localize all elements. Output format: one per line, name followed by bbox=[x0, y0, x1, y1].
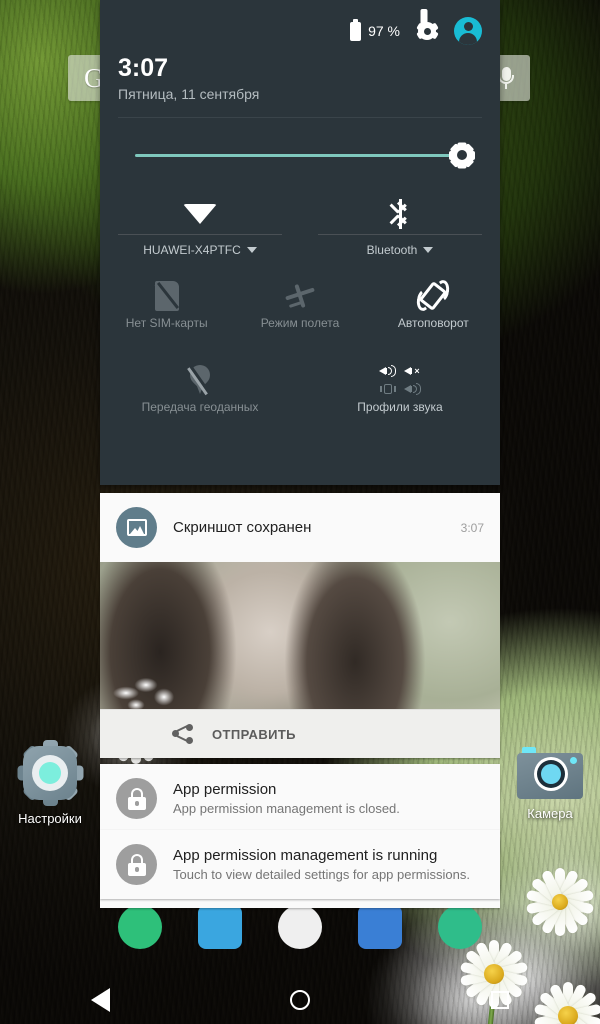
tile-auto-rotate[interactable]: Автоповорот bbox=[367, 270, 500, 344]
notification-header: App permission management is running Tou… bbox=[100, 830, 500, 899]
quick-settings-tiles: HUAWEI-X4PTFC Bluetooth Нет SIM-карты Ре… bbox=[100, 188, 500, 428]
tile-sound-label: Профили звука bbox=[357, 400, 443, 414]
dock-app-item[interactable] bbox=[261, 905, 339, 949]
home-button[interactable] bbox=[270, 975, 330, 1024]
camera-icon bbox=[517, 747, 583, 799]
notification-avatar bbox=[116, 778, 157, 819]
notification-avatar bbox=[116, 507, 157, 548]
auto-rotate-icon bbox=[367, 276, 500, 316]
notification-shade: Скриншот сохранен 3:07 ОТПРАВИТЬ App per… bbox=[100, 493, 500, 908]
settings-shortcut-icon[interactable] bbox=[415, 9, 439, 42]
battery-status[interactable]: 97 % bbox=[350, 18, 400, 41]
location-off-icon bbox=[100, 360, 300, 400]
notification-subtitle: Touch to view detailed settings for app … bbox=[173, 866, 470, 882]
notification-avatar bbox=[116, 844, 157, 885]
notification-title: Скриншот сохранен bbox=[173, 519, 312, 536]
tile-row-3: Передача геоданных × Профили звука bbox=[100, 354, 500, 428]
status-row: 97 % bbox=[118, 9, 482, 46]
tile-airplane-mode[interactable]: Режим полета bbox=[233, 270, 366, 344]
tile-location[interactable]: Передача геоданных bbox=[100, 354, 300, 428]
microphone-icon[interactable] bbox=[498, 65, 514, 91]
battery-percent-label: 97 % bbox=[368, 23, 400, 39]
chevron-down-icon[interactable] bbox=[246, 247, 257, 253]
recents-button[interactable] bbox=[470, 975, 530, 1024]
dock-app-item[interactable] bbox=[181, 905, 259, 949]
notification-image-preview[interactable] bbox=[100, 562, 500, 709]
home-dock-row bbox=[100, 905, 500, 977]
notification-app-permission-running[interactable]: App permission management is running Tou… bbox=[100, 830, 500, 899]
share-action-label: ОТПРАВИТЬ bbox=[212, 726, 296, 742]
desktop-icon-camera[interactable]: Камера bbox=[500, 740, 600, 821]
notification-header: App permission App permission management… bbox=[100, 764, 500, 833]
tile-wifi-label: HUAWEI-X4PTFC bbox=[100, 243, 300, 257]
dock-app-item[interactable] bbox=[341, 905, 419, 949]
tile-sound-profiles[interactable]: × Профили звука bbox=[300, 354, 500, 428]
tile-underline bbox=[318, 234, 482, 235]
notification-action-share[interactable]: ОТПРАВИТЬ bbox=[100, 709, 500, 758]
tile-sim-card[interactable]: Нет SIM-карты bbox=[100, 270, 233, 344]
tile-bluetooth[interactable]: Bluetooth bbox=[300, 188, 500, 262]
notification-subtitle: App permission management is closed. bbox=[173, 800, 400, 816]
tile-underline bbox=[118, 234, 282, 235]
home-icon bbox=[290, 989, 310, 1010]
quick-settings-header: 97 % 3:07 Пятница, 11 сентября bbox=[100, 0, 500, 118]
quick-settings-panel: 97 % 3:07 Пятница, 11 сентября HUAWEI-X4… bbox=[100, 0, 500, 485]
notification-title: App permission management is running bbox=[173, 846, 438, 864]
sim-card-off-icon bbox=[100, 276, 233, 316]
lock-icon bbox=[127, 787, 147, 810]
back-icon bbox=[90, 987, 110, 1012]
notification-screenshot[interactable]: Скриншот сохранен 3:07 ОТПРАВИТЬ bbox=[100, 493, 500, 758]
tile-location-label: Передача геоданных bbox=[141, 400, 259, 414]
notification-header: Скриншот сохранен 3:07 bbox=[100, 493, 500, 562]
desktop-icon-label: Настройки bbox=[18, 811, 82, 826]
desktop-icon-label: Камера bbox=[527, 806, 573, 821]
notification-text: Скриншот сохранен bbox=[173, 518, 453, 537]
settings-gear-icon bbox=[17, 740, 83, 806]
notification-title: App permission bbox=[173, 780, 277, 798]
share-icon bbox=[172, 724, 194, 744]
desktop-icon-settings[interactable]: Настройки bbox=[0, 740, 100, 826]
image-icon bbox=[126, 519, 147, 536]
tile-row-2: Нет SIM-карты Режим полета Автоповорот bbox=[100, 270, 500, 344]
tile-wifi[interactable]: HUAWEI-X4PTFC bbox=[100, 188, 300, 262]
tile-label-text: Bluetooth bbox=[366, 243, 418, 257]
tile-row-1: HUAWEI-X4PTFC Bluetooth bbox=[100, 188, 500, 262]
notification-time: 3:07 bbox=[460, 520, 484, 535]
notification-text: App permission management is running Tou… bbox=[173, 846, 484, 884]
navigation-bar bbox=[0, 975, 600, 1024]
battery-icon bbox=[350, 18, 362, 41]
chevron-down-icon[interactable] bbox=[423, 247, 434, 253]
sound-profiles-icon: × bbox=[300, 360, 500, 400]
clock-date[interactable]: Пятница, 11 сентября bbox=[118, 86, 482, 102]
tile-label-text: HUAWEI-X4PTFC bbox=[143, 243, 241, 257]
tile-bluetooth-label: Bluetooth bbox=[300, 243, 500, 257]
wifi-icon bbox=[100, 194, 300, 234]
user-avatar-icon[interactable] bbox=[454, 17, 482, 45]
clock-time[interactable]: 3:07 bbox=[118, 54, 482, 83]
dock-app-item[interactable] bbox=[421, 905, 499, 949]
notification-app-permission[interactable]: App permission App permission management… bbox=[100, 764, 500, 833]
brightness-slider[interactable] bbox=[135, 140, 475, 170]
back-button[interactable] bbox=[70, 975, 130, 1024]
bluetooth-icon bbox=[300, 194, 500, 234]
header-divider bbox=[118, 117, 482, 118]
dock-app-item[interactable] bbox=[101, 905, 179, 949]
tile-sim-label: Нет SIM-карты bbox=[125, 316, 208, 330]
recents-icon bbox=[491, 990, 509, 1009]
brightness-sun-icon[interactable] bbox=[449, 142, 475, 168]
brightness-track bbox=[135, 154, 457, 157]
notification-text: App permission App permission management… bbox=[173, 780, 484, 818]
tile-airplane-label: Режим полета bbox=[260, 316, 340, 330]
flower-decoration bbox=[520, 862, 600, 942]
lock-icon bbox=[127, 853, 147, 876]
airplane-icon bbox=[233, 276, 366, 316]
tile-rotate-label: Автоповорот bbox=[397, 316, 469, 330]
